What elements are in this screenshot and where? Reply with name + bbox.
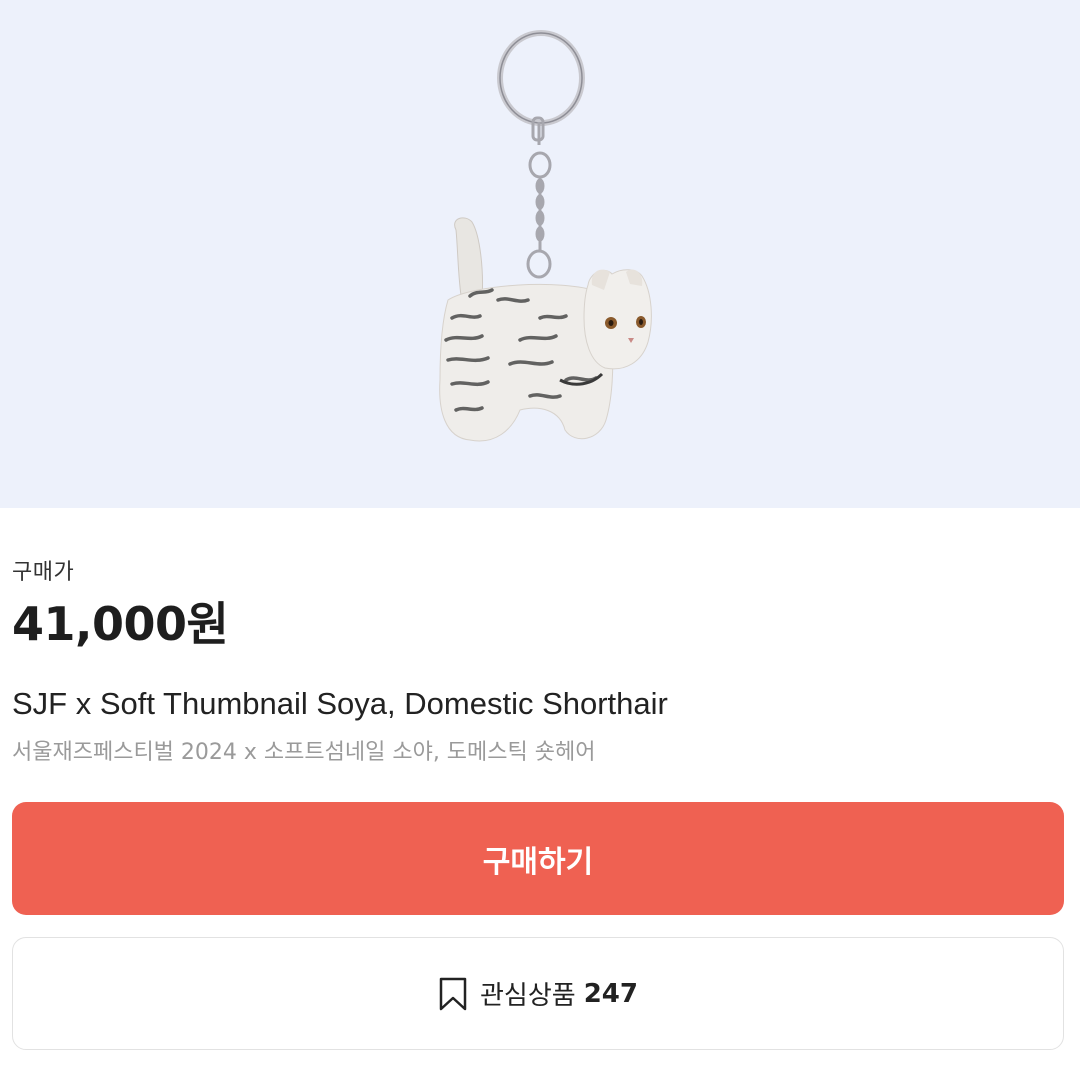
chain	[526, 116, 552, 279]
buy-button-label: 구매하기	[482, 844, 594, 880]
product-title: SJF x Soft Thumbnail Soya, Domestic Shor…	[12, 686, 668, 721]
wishlist-button[interactable]: 관심상품 247	[12, 937, 1064, 1050]
cat-plush	[439, 217, 652, 442]
bookmark-icon	[438, 977, 468, 1011]
product-subtitle: 서울재즈페스티벌 2024 x 소프트섬네일 소야, 도메스틱 숏헤어	[12, 740, 596, 765]
price: 41,000원	[12, 597, 229, 651]
buy-button[interactable]: 구매하기	[12, 802, 1064, 915]
wishlist-count: 247	[583, 978, 638, 1009]
product-image	[439, 30, 652, 442]
price-label: 구매가	[12, 560, 75, 585]
wishlist-label: 관심상품	[480, 981, 576, 1011]
product-image-area[interactable]	[0, 0, 1080, 508]
